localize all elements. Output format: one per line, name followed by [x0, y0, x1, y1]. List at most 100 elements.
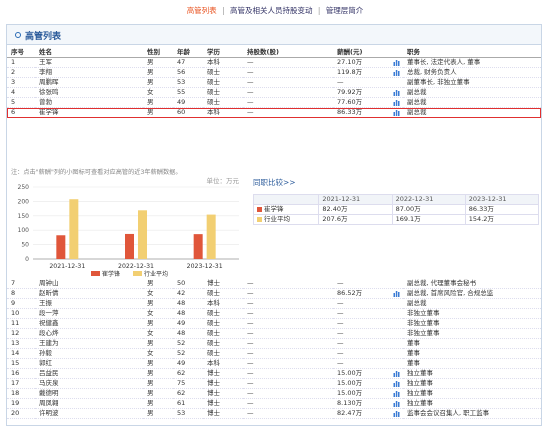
education-cell: 博士 [203, 408, 243, 419]
shares-cell: — [243, 308, 333, 319]
shares-cell: — [243, 358, 333, 369]
y-tick-label: 150 [18, 213, 30, 220]
sex-cell: 男 [143, 338, 173, 349]
pay-cell: 82.47万 [333, 408, 403, 419]
table-row[interactable]: 4 徐张鸣女 55 硕士 — 79.92万 副总裁 [7, 87, 541, 98]
title-cell: 监事会会议召集人, 职工监事 [403, 408, 541, 419]
pay-cell: 15.00万 [333, 378, 403, 389]
pay-cell: — [333, 279, 403, 289]
pay-value: 77.60万 [337, 98, 363, 106]
executive-table-top: 序号 姓名 性别 年龄 学历 持股数(股) 薪酬(元) 职务 1 王军男 47 本科 —… [7, 48, 541, 118]
row-number: 12 [7, 328, 35, 339]
age-cell: 75 [173, 378, 203, 389]
age-cell: 62 [173, 368, 203, 379]
shares-cell: — [243, 388, 333, 399]
pay-cell: — [333, 338, 403, 349]
sex-cell: 男 [143, 77, 173, 88]
pay-value: — [337, 78, 344, 86]
bar-chart-icon[interactable] [393, 69, 400, 76]
table-row[interactable]: 3 周鹏晖男 53 硕士 — — 副董事长, 非独立董事 [7, 77, 541, 88]
table-row[interactable]: 19 周凤翱男 61 博士 — 8.130万 独立董事 [7, 398, 541, 409]
tab-bar: 高管列表 | 高管及相关人员持股变动 | 管理层简介 [0, 6, 550, 16]
bar-chart-icon[interactable] [393, 89, 400, 96]
tab-shareholding-changes[interactable]: 高管及相关人员持股变动 [230, 6, 313, 15]
executive-name: 周钟山 [35, 279, 143, 289]
table-row[interactable]: 11 祝健鑫男 49 硕士 — — 非独立董事 [7, 318, 541, 329]
bar-chart-icon[interactable] [393, 59, 400, 66]
col-header-sex: 性别 [143, 48, 173, 58]
sex-cell: 女 [143, 328, 173, 339]
sex-cell: 男 [143, 408, 173, 419]
bar-chart-icon[interactable] [393, 410, 400, 417]
pay-cell: 86.33万 [333, 107, 403, 118]
compare-cell: 86.33万 [464, 204, 540, 215]
col-header-education: 学历 [203, 48, 243, 58]
table-row[interactable]: 16 吕益民男 62 博士 — 15.00万 独立董事 [7, 368, 541, 379]
age-cell: 52 [173, 348, 203, 359]
row-number: 20 [7, 408, 35, 419]
pay-cell: — [333, 358, 403, 369]
pay-value: 86.33万 [337, 108, 363, 116]
pay-cell: 86.52万 [333, 288, 403, 299]
table-row[interactable]: 13 王建为男 52 硕士 — — 董事 [7, 338, 541, 349]
executive-name: 周凤翱 [35, 398, 143, 409]
title-cell: 副总裁 [403, 97, 541, 108]
row-number: 7 [7, 279, 35, 289]
pay-value: — [337, 329, 344, 337]
table-row[interactable]: 6 崔学锋男 60 本科 — 86.33万 副总裁 [7, 107, 541, 118]
age-cell: 42 [173, 288, 203, 299]
sex-cell: 男 [143, 279, 173, 289]
pay-value: 86.52万 [337, 289, 363, 297]
title-cell: 副总裁, 代理董事会秘书 [403, 279, 541, 289]
title-cell: 董事 [403, 358, 541, 369]
table-row[interactable]: 9 王振男 48 本科 — — 副总裁 [7, 298, 541, 309]
tab-executive-list[interactable]: 高管列表 [187, 6, 217, 15]
bar-chart-icon[interactable] [393, 390, 400, 397]
row-number: 15 [7, 358, 35, 369]
table-row[interactable]: 5 曾勃男 49 硕士 — 77.60万 副总裁 [7, 97, 541, 108]
table-row[interactable]: 12 段心烨女 48 硕士 — — 非独立董事 [7, 328, 541, 339]
tab-separator: | [317, 6, 321, 15]
title-cell: 董事长, 法定代表人, 董事 [403, 57, 541, 68]
table-row[interactable]: 17 马庆泉男 75 博士 — 15.00万 独立董事 [7, 378, 541, 389]
pay-cell: 15.00万 [333, 388, 403, 399]
pay-cell: 77.60万 [333, 97, 403, 108]
bar-chart-icon[interactable] [393, 109, 400, 116]
bar-chart-icon[interactable] [393, 99, 400, 106]
table-row[interactable]: 14 孙毅女 52 硕士 — — 董事 [7, 348, 541, 359]
table-row[interactable]: 7 周钟山男 50 博士 — — 副总裁, 代理董事会秘书 [7, 279, 541, 289]
row-number: 3 [7, 77, 35, 88]
bar-chart-icon[interactable] [393, 290, 400, 297]
sex-cell: 男 [143, 398, 173, 409]
table-row[interactable]: 10 段一萍女 48 硕士 — — 非独立董事 [7, 308, 541, 319]
executive-name: 祝健鑫 [35, 318, 143, 329]
shares-cell: — [243, 107, 333, 118]
education-cell: 硕士 [203, 308, 243, 319]
peer-compare-link[interactable]: 同职比较>> [253, 177, 541, 188]
table-row[interactable]: 20 许明波男 53 博士 — 82.47万 监事会会议召集人, 职工监事 [7, 408, 541, 419]
executive-name: 吕益民 [35, 368, 143, 379]
tab-management-profile[interactable]: 管理层简介 [326, 6, 364, 15]
panel-title: 高管列表 [25, 32, 62, 42]
table-row[interactable]: 8 赵昕倩女 42 硕士 — 86.52万 副总裁, 首席风险官, 合规总监 [7, 288, 541, 299]
title-cell: 总裁, 财务负责人 [403, 67, 541, 78]
sex-cell: 男 [143, 57, 173, 68]
bar-chart-icon[interactable] [393, 400, 400, 407]
table-row[interactable]: 1 王军男 47 本科 — 27.10万 董事长, 法定代表人, 董事 [7, 57, 541, 68]
title-cell: 非独立董事 [403, 308, 541, 319]
pay-value: 15.00万 [337, 389, 363, 397]
pay-value: 15.00万 [337, 379, 363, 387]
col-header-age: 年龄 [173, 48, 203, 58]
pay-cell: — [333, 348, 403, 359]
age-cell: 49 [173, 318, 203, 329]
age-cell: 49 [173, 358, 203, 369]
bar-chart-icon[interactable] [393, 370, 400, 377]
education-cell: 硕士 [203, 77, 243, 88]
compare-series-name: 崔学锋 [252, 204, 320, 215]
table-row[interactable]: 2 李翔男 56 硕士 — 119.8万 总裁, 财务负责人 [7, 67, 541, 78]
table-row[interactable]: 15 郭红男 49 本科 — — 董事 [7, 358, 541, 369]
row-number: 19 [7, 398, 35, 409]
table-row[interactable]: 18 戴德明男 62 博士 — 15.00万 独立董事 [7, 388, 541, 399]
shares-cell: — [243, 318, 333, 329]
bar-chart-icon[interactable] [393, 380, 400, 387]
